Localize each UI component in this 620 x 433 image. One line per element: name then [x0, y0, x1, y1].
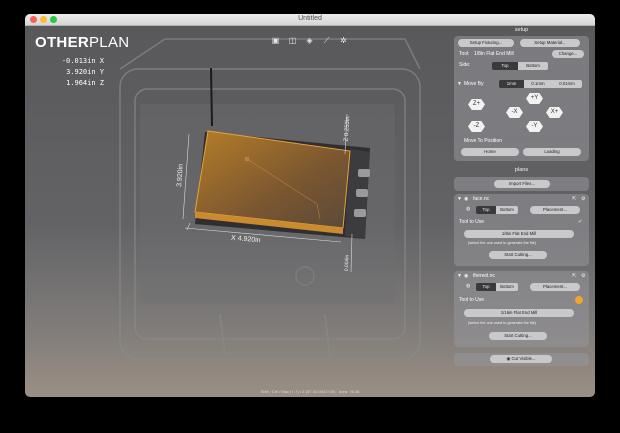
warning-dot-icon [575, 296, 583, 304]
side-label: Side: [459, 62, 471, 68]
jog-z-minus-button[interactable]: -Z [468, 121, 485, 132]
export-icon[interactable]: ⇱ [572, 196, 576, 202]
start-cutting-button[interactable]: Start Cutting... [489, 251, 547, 259]
tool-select[interactable]: 1/16in Flat End Mill [464, 309, 574, 317]
tool-hint: (select the one used to generate the fil… [468, 241, 536, 245]
plan-card-2: ▼ ◉ thereol.nc ⇱ ⚙ ◍ Top Bottom Placemen… [454, 271, 589, 347]
export-icon[interactable]: ⇱ [572, 273, 576, 279]
jog-y-minus-button[interactable]: -Y [526, 121, 543, 132]
expand-triangle-icon[interactable]: ▼ [457, 273, 462, 279]
plans-header: plans [514, 167, 529, 173]
bit-view-icon[interactable]: ✲ [338, 35, 349, 46]
side-bottom-toggle[interactable]: Bottom [518, 62, 548, 70]
expand-triangle-icon[interactable]: ▼ [457, 196, 462, 202]
tool-view-icon[interactable]: ⟋ [321, 35, 332, 46]
plan-filename: thereol.nc [473, 273, 495, 279]
toolpath-icon: ◍ [466, 283, 471, 289]
plan-filename: face.nc [473, 196, 490, 202]
cut-visible-button[interactable]: ◉ Cut Visible... [490, 355, 552, 363]
tool-label: Tool: [459, 51, 470, 57]
plan-card-1: ▼ ◉ face.nc ⇱ ⚙ ◍ Top Bottom Placement..… [454, 194, 589, 266]
tool-hint: (select the one used to generate the fil… [468, 321, 536, 325]
move-by-label: Move By [464, 81, 484, 87]
setup-fixturing-button[interactable]: Setup Fixturing... [458, 39, 514, 47]
tool-to-use-label: Tool to Use [459, 297, 485, 303]
view-toolbar: ▣ ◫ ◈ ⟋ ✲ [270, 35, 349, 46]
tool-value: 1/8in Flat End Mill [474, 51, 514, 57]
jog-z-plus-button[interactable]: Z+ [468, 99, 485, 110]
otherplan-logo: OTHERPLAN [35, 34, 130, 51]
machine-view-icon[interactable]: ▣ [270, 35, 281, 46]
coord-x: -0.013in X [61, 57, 104, 65]
position-readout: -0.013in X 3.920in Y 1.964in Z [49, 56, 104, 89]
settings-gear-icon[interactable]: ⚙ [581, 273, 585, 279]
spindle-tool [210, 67, 213, 127]
move-to-position-label: Move To Position [464, 138, 502, 144]
import-card: Import Files... [454, 177, 589, 191]
visibility-eye-icon[interactable]: ◉ [464, 196, 468, 202]
home-button[interactable]: Home [461, 148, 519, 156]
cube-view-icon[interactable]: ◈ [304, 35, 315, 46]
toolpath-icon: ◍ [466, 206, 471, 212]
plan-side-bottom-toggle[interactable]: Bottom [496, 283, 518, 291]
cut-visible-card: ◉ Cut Visible... [454, 353, 589, 366]
side-top-toggle[interactable]: Top [492, 62, 518, 70]
tool-select[interactable]: 1/8in Flat End Mill [464, 230, 574, 238]
settings-gear-icon[interactable]: ⚙ [581, 196, 585, 202]
jog-x-plus-button[interactable]: X+ [546, 107, 563, 118]
setup-material-button[interactable]: Setup Material... [520, 39, 580, 47]
loading-button[interactable]: Loading [523, 148, 581, 156]
app-window: Untitled X 4.920in 3.920in Z 0.253in 0.0… [25, 14, 595, 397]
dimension-right-label: 0.004in [343, 254, 351, 272]
setup-card: Setup Fixturing... Setup Material... Too… [454, 36, 589, 161]
jog-x-minus-button[interactable]: -X [506, 107, 523, 118]
move-0.01mm-option[interactable]: 0.01mm [552, 80, 582, 88]
check-circle-icon: ✔ [578, 219, 583, 225]
layers-view-icon[interactable]: ◫ [287, 35, 298, 46]
change-tool-button[interactable]: Change... [552, 50, 584, 58]
move-0.1mm-option[interactable]: 0.1mm [524, 80, 552, 88]
placement-button[interactable]: Placement... [530, 283, 580, 291]
plan-side-bottom-toggle[interactable]: Bottom [496, 206, 518, 214]
visibility-eye-icon[interactable]: ◉ [464, 273, 468, 279]
plan-side-top-toggle[interactable]: Top [476, 206, 496, 214]
start-cutting-button[interactable]: Start Cutting... [489, 332, 547, 340]
import-files-button[interactable]: Import Files... [494, 180, 550, 188]
side-panel: setup Setup Fixturing... Setup Material.… [452, 26, 591, 392]
jog-y-plus-button[interactable]: +Y [526, 93, 543, 104]
coord-y: 3.920in Y [66, 68, 104, 76]
coord-z: 1.964in Z [66, 79, 104, 87]
setup-header: setup [514, 27, 529, 33]
tool-to-use-label: Tool to Use [459, 219, 485, 225]
placement-button[interactable]: Placement... [530, 206, 580, 214]
move-1mm-option[interactable]: 1mm [499, 80, 524, 88]
plan-side-top-toggle[interactable]: Top [476, 283, 496, 291]
collapse-triangle-icon[interactable]: ▼ [457, 81, 462, 87]
